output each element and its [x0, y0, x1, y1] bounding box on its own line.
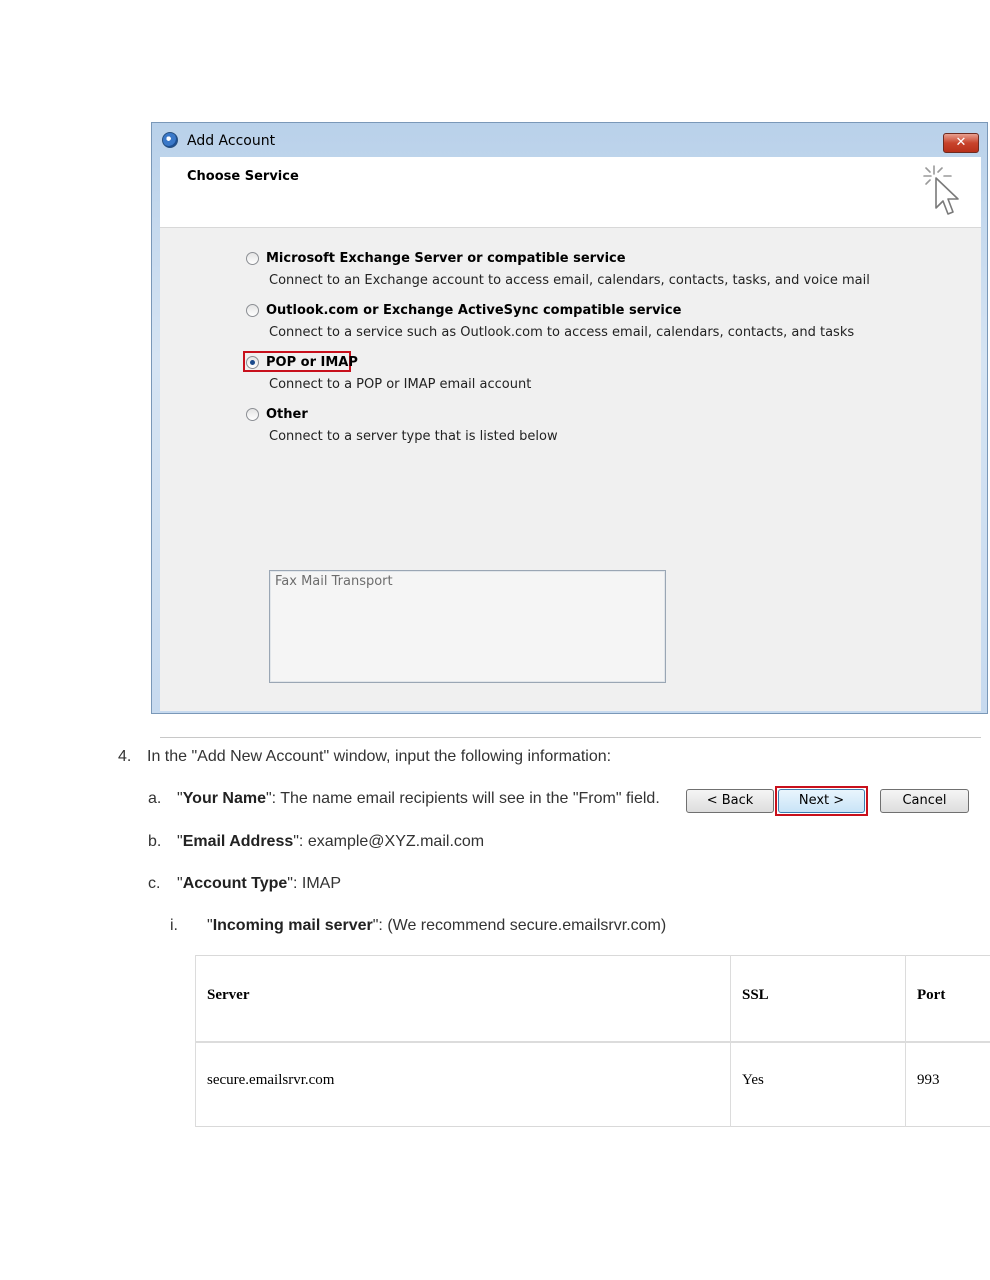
header-ssl: SSL [742, 987, 769, 1003]
radio-pop-imap[interactable] [246, 356, 259, 369]
option-other-description: Connect to a server type that is listed … [269, 429, 558, 444]
server-type-listbox[interactable]: Fax Mail Transport [269, 570, 666, 683]
option-exchange-label: Microsoft Exchange Server or compatible … [266, 251, 626, 266]
window-title: Add Account [187, 133, 276, 149]
table-border [730, 955, 731, 1127]
title-bar[interactable]: Add Account ✕ [152, 123, 987, 157]
item-c-rest: ": IMAP [287, 875, 341, 892]
subitem-incoming-server: "Incoming mail server": (We recommend se… [207, 917, 666, 935]
cell-server: secure.emailsrvr.com [207, 1072, 335, 1088]
header-server: Server [207, 987, 250, 1003]
field-account-type: Account Type [182, 875, 288, 892]
server-settings-table: Server SSL Port secure.emailsrvr.com Yes… [195, 955, 990, 1127]
item-b-marker: b. [148, 833, 162, 850]
dialog-header: Choose Service [160, 157, 981, 228]
step-number: 4. [118, 748, 132, 765]
header-title: Choose Service [187, 169, 299, 184]
back-button[interactable]: < Back [686, 789, 774, 813]
header-port: Port [917, 987, 946, 1003]
item-b-rest: ": example@XYZ.mail.com [293, 833, 485, 850]
option-exchange-description: Connect to an Exchange account to access… [269, 273, 870, 288]
cell-port: 993 [917, 1072, 940, 1088]
table-border [195, 955, 196, 1127]
item-your-name: "Your Name": The name email recipients w… [177, 790, 660, 808]
listbox-item[interactable]: Fax Mail Transport [275, 574, 393, 589]
radio-outlook-com[interactable] [246, 304, 259, 317]
step-text: In the "Add New Account" window, input t… [147, 748, 612, 765]
item-a-rest: ": The name email recipients will see in… [265, 790, 660, 807]
subitem-i-marker: i. [170, 917, 178, 934]
next-button[interactable]: Next > [778, 789, 865, 813]
field-incoming-mail-server: Incoming mail server [212, 917, 373, 934]
cell-ssl: Yes [742, 1072, 764, 1088]
option-outlook-com-label: Outlook.com or Exchange ActiveSync compa… [266, 303, 682, 318]
field-email-address: Email Address [182, 833, 294, 850]
item-email-address: "Email Address": example@XYZ.mail.com [177, 833, 484, 851]
option-pop-imap-description: Connect to a POP or IMAP email account [269, 377, 532, 392]
item-c-marker: c. [148, 875, 161, 892]
table-border [905, 955, 906, 1127]
table-border [195, 1041, 990, 1043]
option-other-label: Other [266, 407, 308, 422]
cancel-button[interactable]: Cancel [880, 789, 969, 813]
click-cursor-icon [923, 165, 959, 215]
option-outlook-com-description: Connect to a service such as Outlook.com… [269, 325, 855, 340]
dialog-client-area: Choose Service Microsoft Exchange Server… [160, 157, 981, 816]
option-pop-imap-label: POP or IMAP [266, 355, 358, 370]
field-your-name: Your Name [182, 790, 266, 807]
item-a-marker: a. [148, 790, 162, 807]
close-button[interactable]: ✕ [943, 133, 979, 153]
table-border [195, 1126, 990, 1127]
radio-exchange[interactable] [246, 252, 259, 265]
item-account-type: "Account Type": IMAP [177, 875, 341, 893]
add-account-dialog: Add Account ✕ Choose Service Microsoft E… [151, 122, 988, 816]
footer-separator [160, 737, 981, 738]
subitem-i-rest: ": (We recommend secure.emailsrvr.com) [372, 917, 667, 934]
table-border [195, 955, 990, 956]
outlook-app-icon [162, 132, 178, 148]
radio-other[interactable] [246, 408, 259, 421]
